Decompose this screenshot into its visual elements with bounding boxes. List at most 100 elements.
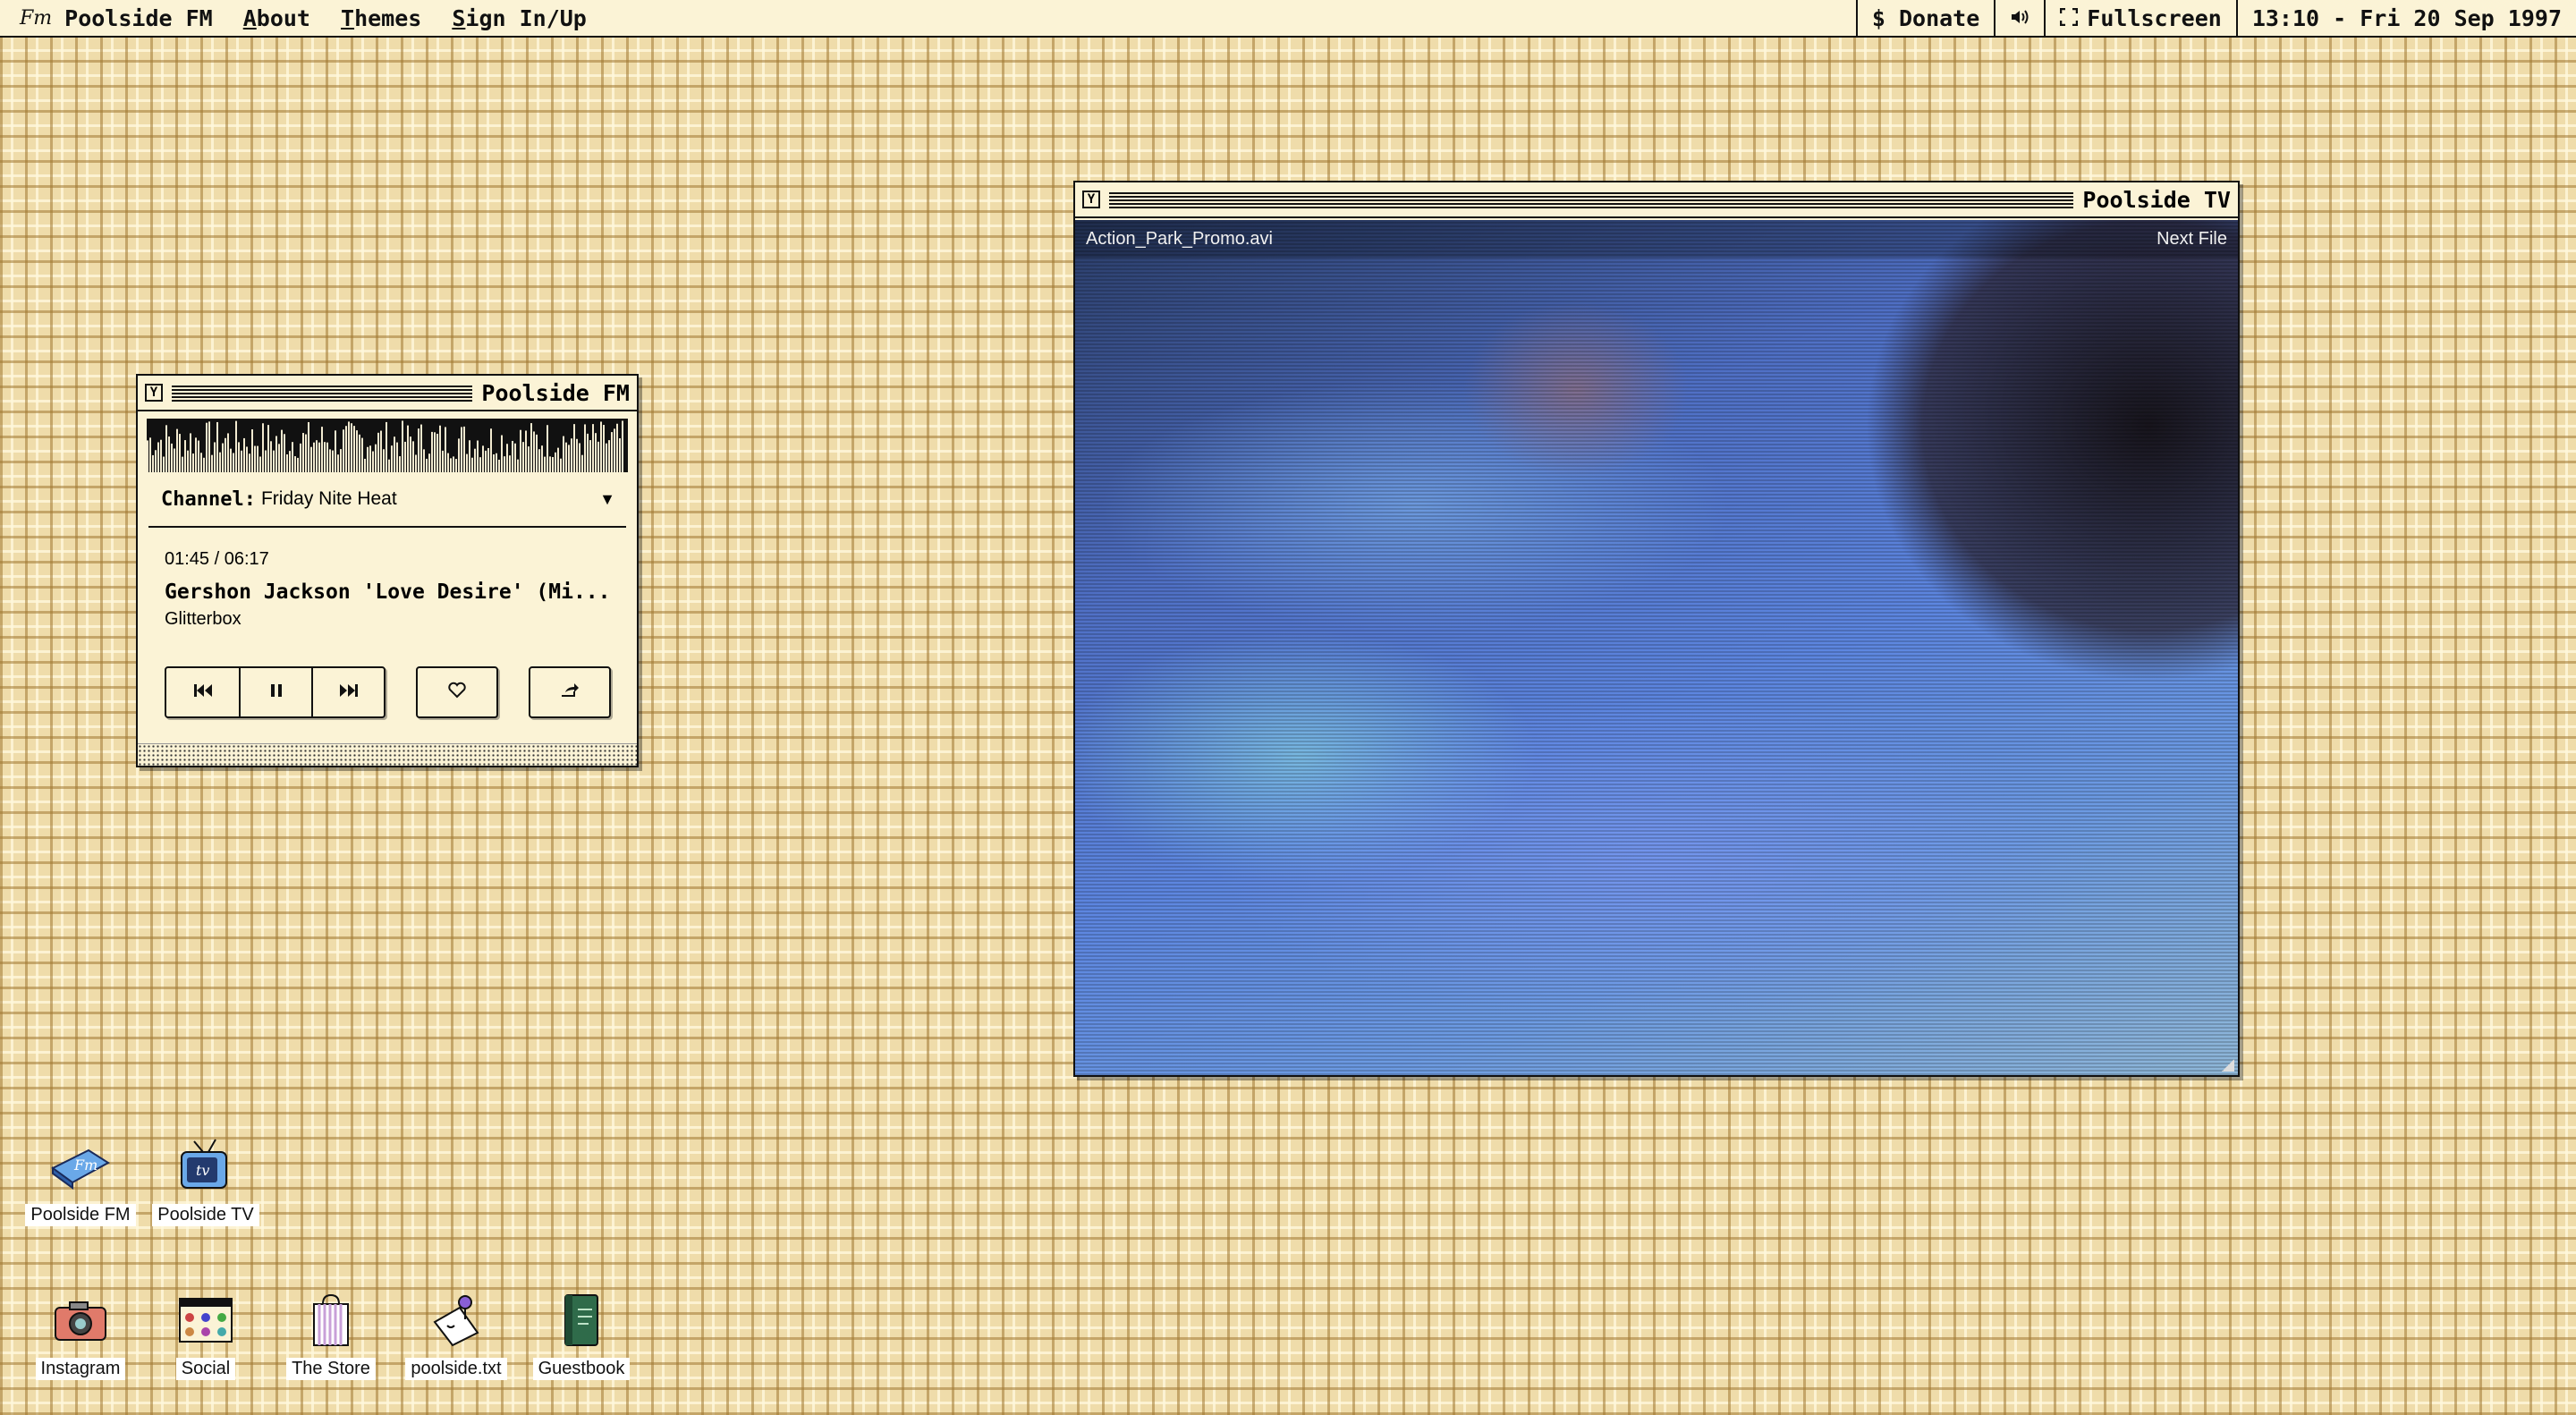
waveform-bar xyxy=(335,430,336,472)
desktop-icon-poolside-txt[interactable]: poolside.txt xyxy=(389,1288,523,1380)
waveform-bar xyxy=(152,454,154,472)
waveform-bar xyxy=(284,434,285,472)
app-name[interactable]: Poolside FM xyxy=(64,5,213,31)
waveform-bar xyxy=(313,442,315,472)
waveform-bar xyxy=(402,420,403,472)
menu-themes[interactable]: Themes xyxy=(341,5,421,31)
desktop-icon-store[interactable]: The Store xyxy=(264,1288,398,1380)
waveform-bar xyxy=(367,446,369,472)
desktop-icon-guestbook[interactable]: Guestbook xyxy=(514,1288,648,1380)
desktop-icon-instagram[interactable]: Instagram xyxy=(13,1288,148,1380)
svg-text:tv: tv xyxy=(196,1162,209,1179)
waveform-bar xyxy=(498,459,500,472)
waveform-bar xyxy=(227,433,229,472)
fm-titlebar[interactable]: Y Poolside FM xyxy=(138,376,637,411)
waveform-bar xyxy=(490,428,492,472)
waveform-bar xyxy=(157,442,159,472)
desktop-icon-label: poolside.txt xyxy=(405,1358,507,1380)
chevron-down-icon[interactable]: ▼ xyxy=(599,490,615,509)
waveform-bar xyxy=(184,440,186,472)
share-button[interactable] xyxy=(530,668,609,716)
video-screen[interactable]: Action_Park_Promo.avi Next File xyxy=(1075,220,2238,1075)
waveform-bar xyxy=(555,452,556,472)
waveform-bar xyxy=(243,437,245,472)
waveform-bar xyxy=(549,456,551,472)
book-icon xyxy=(549,1288,614,1352)
waveform-bar xyxy=(616,423,618,472)
share-icon xyxy=(560,682,580,703)
waveform-bar xyxy=(455,459,457,472)
volume-button[interactable] xyxy=(1994,0,2044,36)
waveform-bar xyxy=(300,443,301,472)
fm-close-button[interactable]: Y xyxy=(145,384,163,402)
waveform-bar xyxy=(174,448,175,472)
waveform-bar xyxy=(195,437,197,472)
waveform-bar xyxy=(211,454,213,472)
waveform-bar xyxy=(216,421,218,472)
waveform-bar xyxy=(386,421,387,472)
desktop-icon-label: Social xyxy=(175,1358,236,1380)
waveform-bar xyxy=(179,434,181,472)
waveform-bar xyxy=(404,441,406,472)
waveform-bar xyxy=(182,456,183,472)
waveform-bar xyxy=(477,440,479,472)
waveform-bar xyxy=(198,440,199,472)
waveform-bar xyxy=(565,442,567,472)
poolside-logo-icon[interactable]: Fm xyxy=(20,7,52,30)
waveform-bar xyxy=(160,439,162,472)
waveform-bar xyxy=(474,448,476,472)
waveform-bar xyxy=(273,450,275,472)
heart-icon xyxy=(447,681,467,704)
next-track-button[interactable] xyxy=(311,668,384,716)
desktop-icon-label: Guestbook xyxy=(532,1358,631,1380)
waveform-bar xyxy=(439,425,441,472)
waveform-bar xyxy=(297,457,299,472)
waveform-bar xyxy=(262,423,264,472)
waveform-bar xyxy=(208,421,210,472)
desktop-icon-poolside-tv[interactable]: tv Poolside TV xyxy=(139,1134,273,1226)
waveform-bar xyxy=(369,445,371,472)
waveform-bar xyxy=(493,453,495,472)
waveform-bar xyxy=(149,437,151,472)
resize-handle[interactable] xyxy=(2222,1059,2234,1072)
tv-close-button[interactable]: Y xyxy=(1082,191,1100,208)
waveform-bar xyxy=(316,440,318,472)
next-file-button[interactable]: Next File xyxy=(2157,229,2227,250)
tv-window-title: Poolside TV xyxy=(2082,186,2231,213)
like-button[interactable] xyxy=(418,668,496,716)
poolside-tv-icon: tv xyxy=(174,1134,238,1199)
track-artist: Glitterbox xyxy=(165,609,242,629)
waveform-bar xyxy=(305,434,307,472)
waveform-bar xyxy=(611,432,613,472)
waveform-bar xyxy=(563,436,564,472)
waveform-bar xyxy=(584,424,586,472)
previous-track-button[interactable] xyxy=(166,668,239,716)
waveform-bar xyxy=(544,456,546,472)
waveform-bar xyxy=(190,433,191,472)
channel-select[interactable]: Channel: Friday Nite Heat ▼ xyxy=(148,472,626,528)
clock: 13:10 - Fri 20 Sep 1997 xyxy=(2235,0,2576,36)
waveform-bar xyxy=(576,438,578,472)
channel-value: Friday Nite Heat xyxy=(260,488,397,509)
waveform-bar xyxy=(345,426,347,472)
waveform-bar xyxy=(147,440,148,472)
waveform-bar xyxy=(359,434,360,472)
donate-button[interactable]: $ Donate xyxy=(1855,0,1994,36)
menu-about[interactable]: About xyxy=(243,5,310,31)
waveform-bar xyxy=(501,435,503,472)
waveform-bar xyxy=(482,445,484,472)
waveform-bar xyxy=(286,454,288,472)
pause-button[interactable] xyxy=(239,668,311,716)
waveform-bar xyxy=(155,450,157,472)
desktop-icon-poolside-fm[interactable]: Fm Poolside FM xyxy=(13,1134,148,1226)
menu-sign-in[interactable]: Sign In/Up xyxy=(452,5,587,31)
waveform-bar xyxy=(225,437,226,472)
waveform-bar xyxy=(426,458,428,472)
desktop-icon-social[interactable]: Social xyxy=(139,1288,273,1380)
fullscreen-button[interactable]: Fullscreen xyxy=(2044,0,2236,36)
waveform-bar xyxy=(541,445,543,472)
tv-titlebar[interactable]: Y Poolside TV xyxy=(1075,182,2238,218)
fm-window-footer xyxy=(138,743,637,766)
waveform-bar xyxy=(399,456,401,472)
share-group xyxy=(529,666,611,718)
